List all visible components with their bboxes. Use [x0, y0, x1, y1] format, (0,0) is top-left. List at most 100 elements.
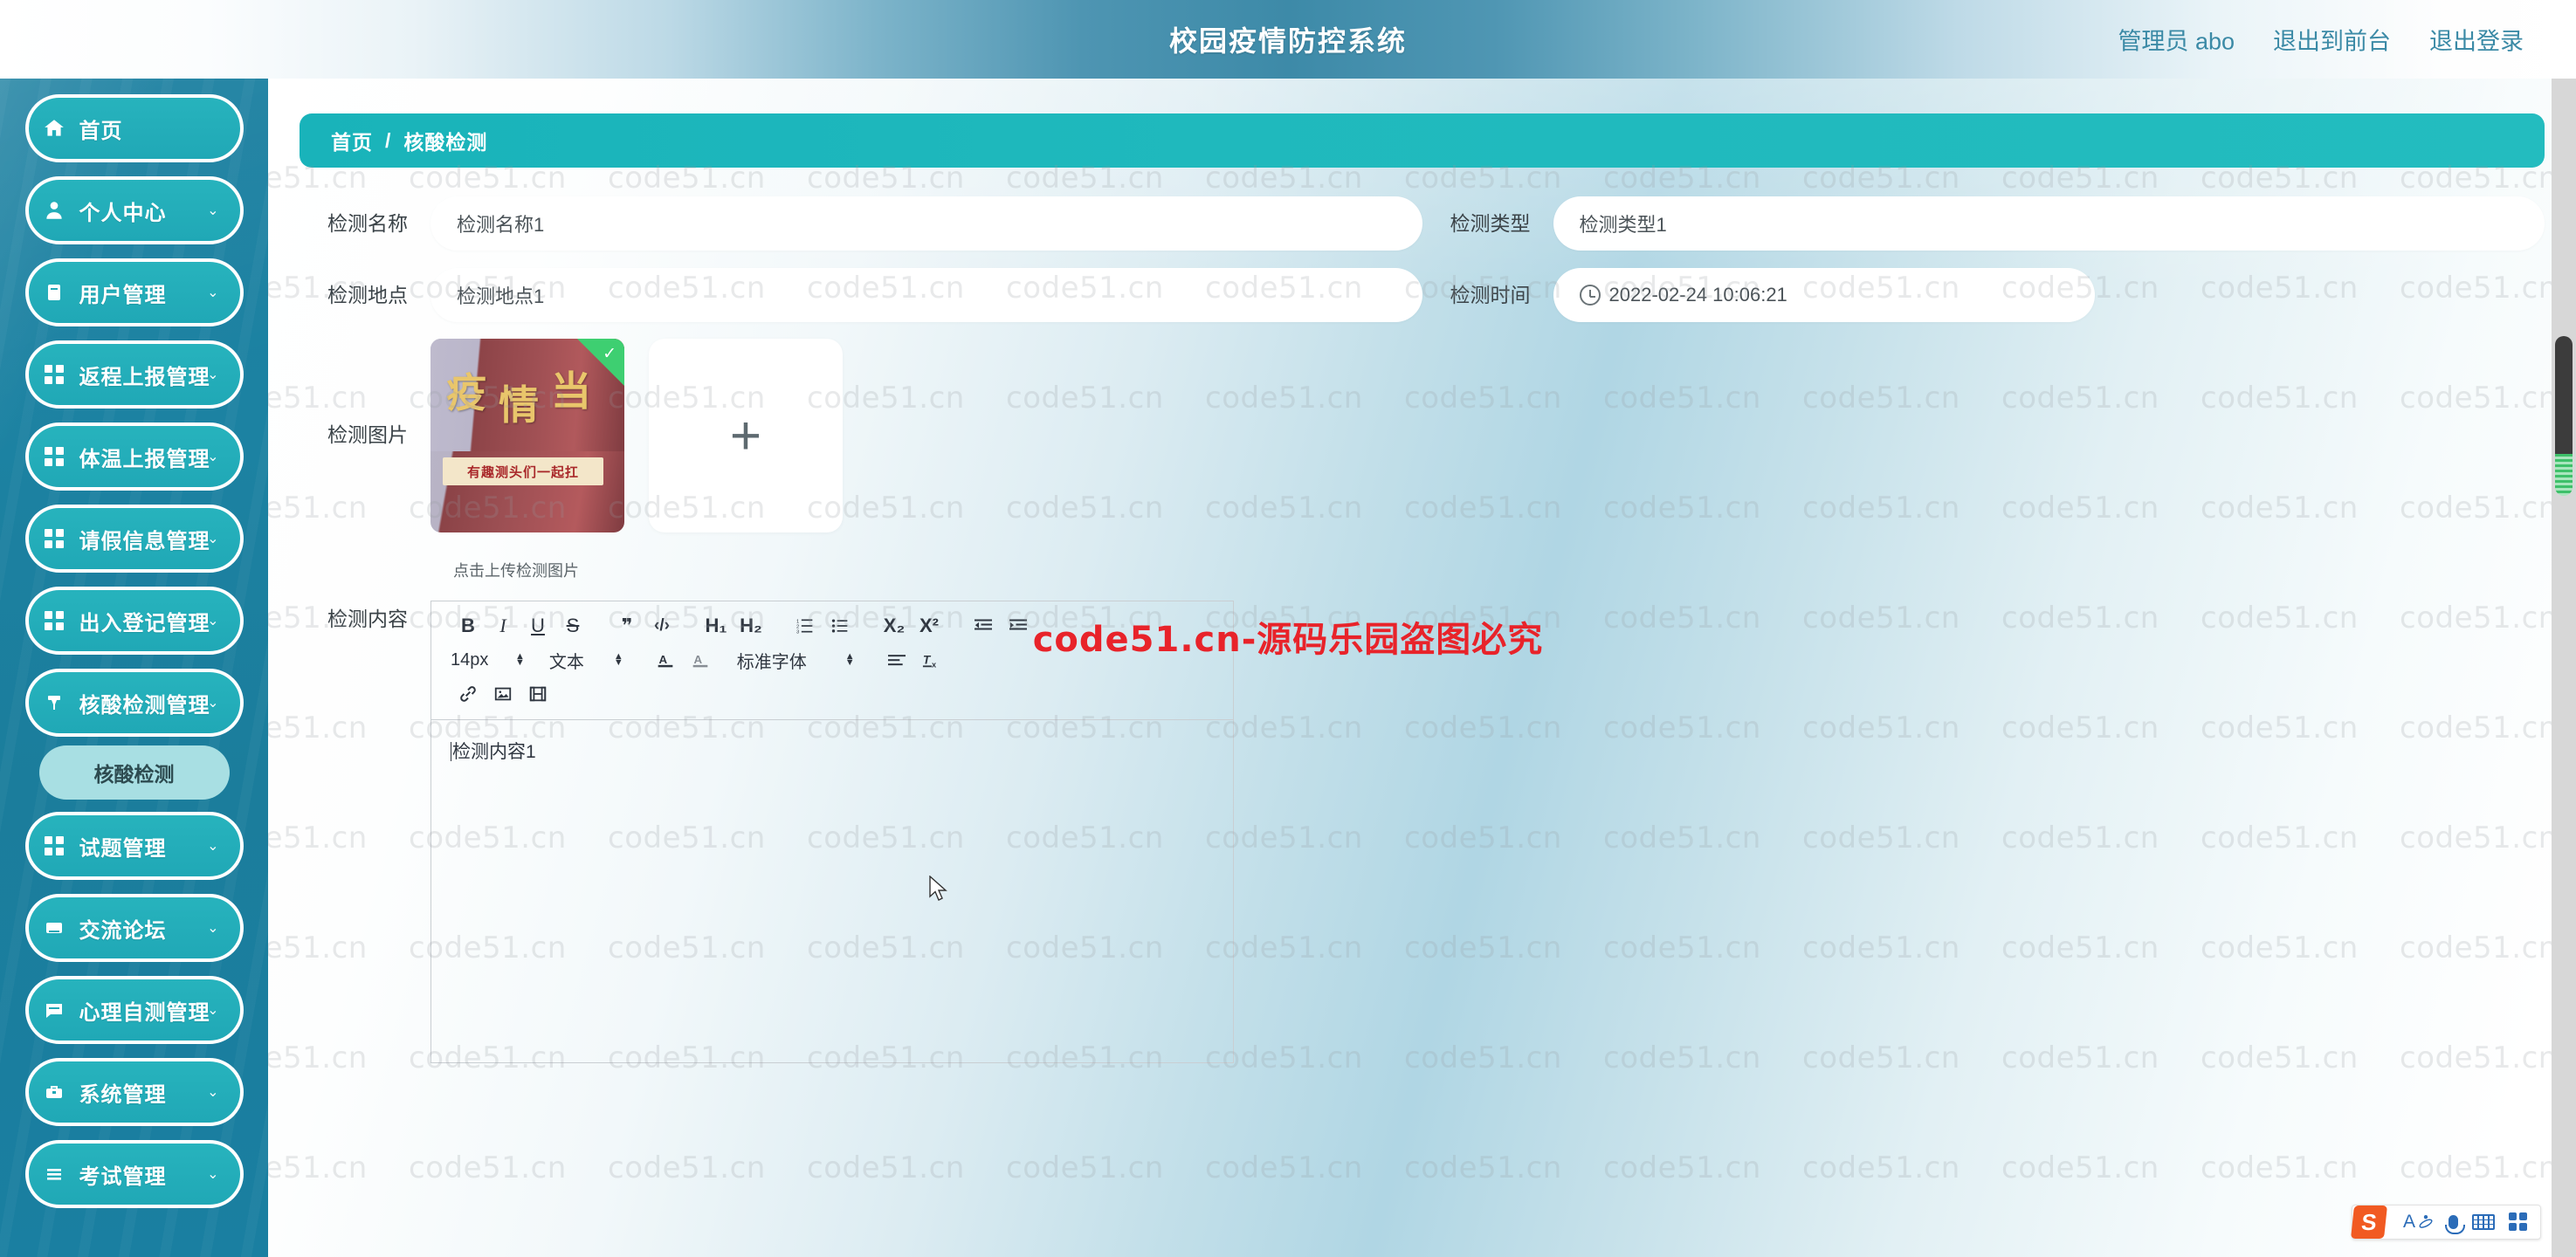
sidebar-item-exam-management[interactable]: 考试管理 ⌄: [24, 1140, 244, 1208]
video-icon[interactable]: [520, 678, 555, 710]
superscript-button[interactable]: X²: [912, 610, 947, 642]
sidebar-item-label: 用户管理: [79, 283, 167, 307]
sidebar-item-forum[interactable]: 交流论坛 ⌄: [24, 894, 244, 962]
sidebar-subitem-nucleic-acid-test[interactable]: 核酸检测: [38, 745, 230, 800]
message-icon: [29, 999, 79, 1020]
breadcrumb-home[interactable]: 首页: [331, 126, 373, 155]
text-style-select[interactable]: 文本 ▲ ▼: [549, 644, 629, 676]
subscript-button[interactable]: X₂: [877, 610, 912, 642]
breadcrumb: 首页 / 核酸检测: [300, 113, 2545, 168]
ime-mode-button[interactable]: A: [2403, 1212, 2435, 1233]
ime-keyboard-button[interactable]: [2472, 1214, 2495, 1230]
keyboard-icon: [2472, 1214, 2495, 1230]
chevron-down-icon: ⌄: [207, 839, 219, 854]
chevron-updown-icon: ▲ ▼: [515, 651, 525, 668]
exit-to-front-link[interactable]: 退出到前台: [2273, 23, 2391, 57]
sidebar-item-label: 请假信息管理: [79, 529, 210, 553]
sidebar-item-label: 试题管理: [79, 836, 167, 861]
list-icon: [29, 1164, 79, 1185]
ime-voice-button[interactable]: [2445, 1215, 2465, 1234]
red-watermark: code51.cn-源码乐园盗图必究: [1032, 620, 1544, 660]
font-size-select[interactable]: 14px ▲ ▼: [451, 644, 530, 676]
text-color-button[interactable]: A: [648, 644, 683, 676]
strikethrough-button[interactable]: S: [555, 610, 590, 642]
detection-image-label: 检测图片: [327, 423, 408, 446]
form-row-name-type: 检测名称 检测名称1 检测类型 检测类型1: [300, 192, 2545, 255]
editor-content-area[interactable]: 检测内容1: [431, 720, 1233, 1062]
clipboard-icon: [29, 282, 79, 303]
chevron-down-icon: ⌄: [207, 1167, 219, 1182]
grid-icon: [29, 365, 79, 384]
image-icon[interactable]: [486, 678, 520, 710]
add-image-button[interactable]: +: [649, 339, 843, 532]
breadcrumb-current: 核酸检测: [403, 131, 488, 154]
scrollbar-thumb-accent[interactable]: [2555, 454, 2573, 496]
vertical-scrollbar[interactable]: [2552, 79, 2576, 1257]
chevron-down-icon: ⌄: [207, 203, 219, 218]
sidebar-item-label: 体温上报管理: [79, 447, 210, 471]
svg-text:x: x: [932, 660, 937, 669]
logout-link[interactable]: 退出登录: [2429, 23, 2524, 57]
field-detection-image: 检测图片 疫 情 当 有趣测头们一起扛 ✓ +: [300, 339, 2545, 532]
sidebar-item-leave-info[interactable]: 请假信息管理 ⌄: [24, 505, 244, 573]
sidebar-item-return-report[interactable]: 返程上报管理 ⌄: [24, 340, 244, 409]
outdent-button[interactable]: [966, 610, 1001, 642]
breadcrumb-separator: /: [385, 128, 392, 152]
header-actions: 管理员 abo 退出到前台 退出登录: [2118, 23, 2524, 57]
detection-name-label: 检测名称: [327, 212, 408, 235]
field-detection-content: 检测内容 B I U S ❞ ‹/› H₁ H₂ 1 2 3 X₂ X² 14p…: [300, 601, 2545, 1063]
uploaded-image-thumbnail[interactable]: 疫 情 当 有趣测头们一起扛 ✓: [430, 339, 624, 532]
sidebar: 首页 个人中心 ⌄ 用户管理 ⌄ 返程上报管理 ⌄ 体温上报管理 ⌄ 请假信息管…: [0, 79, 268, 1257]
background-color-button[interactable]: A: [683, 644, 718, 676]
chevron-down-icon: ⌄: [207, 285, 219, 300]
sidebar-menu: 首页 个人中心 ⌄ 用户管理 ⌄ 返程上报管理 ⌄ 体温上报管理 ⌄ 请假信息管…: [0, 94, 268, 1208]
flask-icon: [29, 692, 79, 713]
sidebar-item-temperature-report[interactable]: 体温上报管理 ⌄: [24, 422, 244, 491]
chevron-down-icon: ⌄: [207, 367, 219, 382]
sidebar-item-home[interactable]: 首页: [24, 94, 244, 162]
sidebar-item-system-management[interactable]: 系统管理 ⌄: [24, 1058, 244, 1126]
sidebar-item-label: 首页: [79, 119, 123, 143]
sidebar-item-label: 心理自测管理: [79, 1000, 210, 1025]
admin-user-link[interactable]: 管理员 abo: [2118, 23, 2235, 57]
underline-button[interactable]: U: [520, 610, 555, 642]
align-button[interactable]: [879, 644, 914, 676]
detection-type-input[interactable]: 检测类型1: [1553, 196, 2545, 251]
sogou-ime-bar[interactable]: S A: [2350, 1205, 2541, 1240]
italic-button[interactable]: I: [486, 610, 520, 642]
svg-text:A: A: [658, 653, 667, 666]
grid-icon: [29, 447, 79, 466]
clear-format-button[interactable]: Tx: [914, 644, 949, 676]
svg-text:A: A: [693, 653, 702, 666]
ordered-list-button[interactable]: 123: [788, 610, 823, 642]
toolbox-icon: [29, 1082, 79, 1102]
font-family-select[interactable]: 标准字体 ▲ ▼: [737, 644, 860, 676]
blockquote-button[interactable]: ❞: [610, 610, 644, 642]
indent-button[interactable]: [1001, 610, 1036, 642]
sidebar-item-nucleic-acid-management[interactable]: 核酸检测管理 ⌄: [24, 669, 244, 737]
detection-name-input[interactable]: 检测名称1: [430, 196, 1422, 251]
sidebar-item-entry-exit[interactable]: 出入登记管理 ⌄: [24, 587, 244, 655]
code-button[interactable]: ‹/›: [644, 610, 679, 642]
field-detection-place: 检测地点 检测地点1: [300, 264, 1422, 326]
poster-glyph: 疫: [446, 369, 486, 416]
editor-toolbar-row-3: [451, 678, 1221, 710]
detection-place-input[interactable]: 检测地点1: [430, 268, 1422, 322]
link-icon[interactable]: [451, 678, 486, 710]
heading2-button[interactable]: H₂: [734, 610, 768, 642]
sidebar-item-user-management[interactable]: 用户管理 ⌄: [24, 258, 244, 326]
chevron-down-icon: ⌄: [207, 696, 219, 711]
check-icon: ✓: [603, 345, 616, 363]
editor-content-text: 检测内容1: [452, 742, 536, 762]
sidebar-item-personal-center[interactable]: 个人中心 ⌄: [24, 176, 244, 244]
heading1-button[interactable]: H₁: [699, 610, 734, 642]
bullet-list-button[interactable]: [823, 610, 858, 642]
sidebar-item-question-bank[interactable]: 试题管理 ⌄: [24, 812, 244, 880]
detection-time-input[interactable]: 2022-02-24 10:06:21: [1553, 268, 2095, 322]
sidebar-item-psychological-test[interactable]: 心理自测管理 ⌄: [24, 976, 244, 1044]
detection-time-value: 2022-02-24 10:06:21: [1608, 284, 1787, 306]
top-header: 校园疫情防控系统 管理员 abo 退出到前台 退出登录: [0, 0, 2576, 79]
apps-icon: [2509, 1212, 2528, 1232]
bold-button[interactable]: B: [451, 610, 486, 642]
ime-apps-button[interactable]: [2509, 1212, 2528, 1232]
